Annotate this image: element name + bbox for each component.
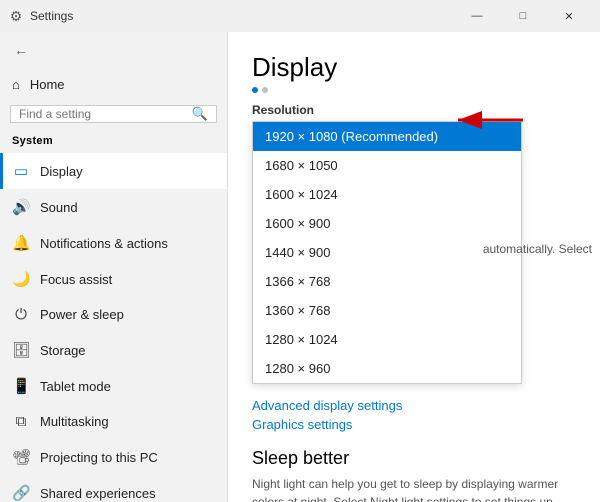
sidebar-item-home[interactable]: ⌂ Home [0,68,227,101]
display-icon: ▭ [12,162,30,180]
sidebar-item-power-label: Power & sleep [40,307,124,322]
sidebar-item-focus-label: Focus assist [40,272,112,287]
home-icon: ⌂ [12,77,20,92]
resolution-option-0[interactable]: 1920 × 1080 (Recommended) [253,122,521,151]
back-button[interactable]: ← [10,40,32,60]
page-dots [252,87,576,93]
sidebar-section-label: System [0,131,227,153]
dot-2 [262,87,268,93]
sidebar-item-notifications-label: Notifications & actions [40,236,168,251]
multitasking-icon: ⧉ [12,413,30,430]
resolution-dropdown[interactable]: 1920 × 1080 (Recommended) 1680 × 1050 16… [252,121,522,384]
main-layout: ← ⌂ Home 🔍 System ▭ Display 🔊 Sound 🔔 No… [0,32,600,502]
notifications-icon: 🔔 [12,234,30,252]
sidebar-item-tablet-label: Tablet mode [40,379,111,394]
shared-icon: 🔗 [12,484,30,502]
sidebar-item-display[interactable]: ▭ Display [0,153,227,189]
titlebar-title: Settings [30,9,454,23]
storage-icon: 🗄 [12,341,30,359]
titlebar: ⚙ Settings — □ ✕ [0,0,600,32]
sound-icon: 🔊 [12,198,30,216]
resolution-label: Resolution [252,103,576,117]
projecting-icon: 📽 [12,448,30,466]
dot-1 [252,87,258,93]
resolution-option-7[interactable]: 1280 × 1024 [253,325,521,354]
resolution-option-5[interactable]: 1366 × 768 [253,267,521,296]
sidebar-item-projecting[interactable]: 📽 Projecting to this PC [0,439,227,475]
power-icon: ⏻ [12,306,30,323]
sleep-section-desc: Night light can help you get to sleep by… [252,475,562,502]
sidebar-item-multitasking[interactable]: ⧉ Multitasking [0,404,227,439]
search-icon[interactable]: 🔍 [192,106,208,122]
sidebar-item-shared[interactable]: 🔗 Shared experiences [0,475,227,502]
close-button[interactable]: ✕ [546,0,592,32]
sidebar-item-projecting-label: Projecting to this PC [40,450,158,465]
content-area: Display Resolution 1920 × 1080 (Recommen… [228,32,600,502]
sidebar-item-display-label: Display [40,164,83,179]
resolution-option-1[interactable]: 1680 × 1050 [253,151,521,180]
search-input[interactable] [19,107,192,121]
window-controls: — □ ✕ [454,0,592,32]
sidebar-item-focus[interactable]: 🌙 Focus assist [0,261,227,297]
sidebar-item-sound[interactable]: 🔊 Sound [0,189,227,225]
resolution-option-4[interactable]: 1440 × 900 [253,238,521,267]
settings-icon: ⚙ [8,8,24,24]
resolution-option-2[interactable]: 1600 × 1024 [253,180,521,209]
page-title: Display [252,52,576,83]
sidebar-item-storage-label: Storage [40,343,86,358]
sleep-section-title: Sleep better [252,448,576,469]
resolution-option-3[interactable]: 1600 × 900 [253,209,521,238]
focus-icon: 🌙 [12,270,30,288]
sidebar-item-multitasking-label: Multitasking [40,414,109,429]
sidebar: ← ⌂ Home 🔍 System ▭ Display 🔊 Sound 🔔 No… [0,32,228,502]
sidebar-item-power[interactable]: ⏻ Power & sleep [0,297,227,332]
sidebar-item-notifications[interactable]: 🔔 Notifications & actions [0,225,227,261]
resolution-option-8[interactable]: 1280 × 960 [253,354,521,383]
sidebar-nav-top: ← [0,32,227,68]
advanced-display-link[interactable]: Advanced display settings [252,398,576,413]
resolution-list: 1920 × 1080 (Recommended) 1680 × 1050 16… [252,121,522,384]
maximize-button[interactable]: □ [500,0,546,32]
home-label: Home [30,77,65,92]
sidebar-item-storage[interactable]: 🗄 Storage [0,332,227,368]
side-text: automatically. Select [483,242,592,256]
sidebar-item-sound-label: Sound [40,200,78,215]
graphics-settings-link[interactable]: Graphics settings [252,417,576,432]
search-box[interactable]: 🔍 [10,105,217,123]
sidebar-item-shared-label: Shared experiences [40,486,156,501]
sidebar-item-tablet[interactable]: 📱 Tablet mode [0,368,227,404]
tablet-icon: 📱 [12,377,30,395]
resolution-option-6[interactable]: 1360 × 768 [253,296,521,325]
minimize-button[interactable]: — [454,0,500,32]
